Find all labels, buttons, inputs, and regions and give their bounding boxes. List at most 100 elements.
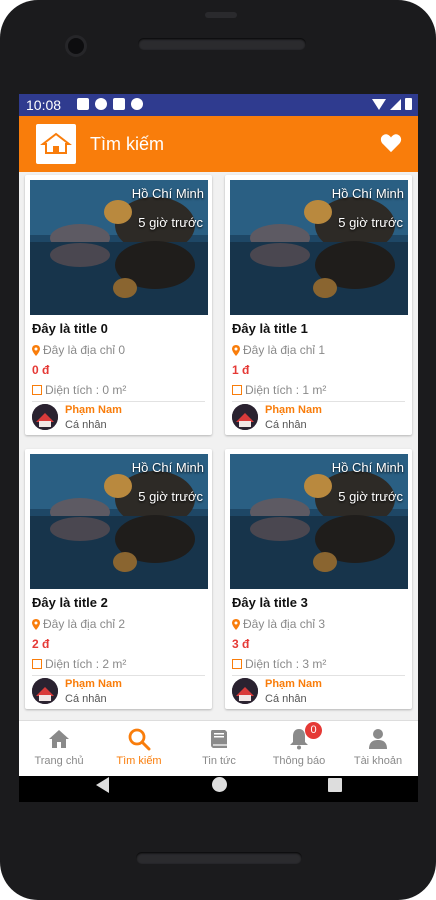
book-icon <box>211 730 227 748</box>
bottom-speaker <box>136 852 302 864</box>
listing-price: 3 đ <box>232 637 250 651</box>
listing-area-text: Diện tích : 1 m² <box>245 383 327 397</box>
listing-city: Hồ Chí Minh <box>131 460 204 475</box>
listing-area-text: Diện tích : 2 m² <box>45 657 127 671</box>
status-bar: 10:08 <box>19 94 418 116</box>
signal-icon <box>390 98 401 110</box>
listing-address-text: Đây là địa chỉ 2 <box>43 617 126 631</box>
listing-image[interactable]: Hồ Chí Minh 5 giờ trước <box>230 180 408 315</box>
earpiece-speaker <box>138 38 306 50</box>
home-icon <box>49 730 69 748</box>
card-divider <box>32 401 205 402</box>
app-screen: 10:08 Tìm kiếm Hồ Chí Minh 5 giờ trước Đ… <box>19 94 418 802</box>
app-bar: Tìm kiếm <box>19 116 418 172</box>
listing-address: Đây là địa chỉ 2 <box>32 617 125 631</box>
area-icon <box>232 385 242 395</box>
search-icon <box>128 728 151 751</box>
owner-role: Cá nhân <box>65 419 107 431</box>
owner-name[interactable]: Phạm Nam <box>65 404 122 416</box>
listing-card[interactable]: Hồ Chí Minh 5 giờ trước Đây là title 1 Đ… <box>225 175 412 435</box>
person-icon <box>369 729 387 749</box>
top-sensor <box>205 12 237 18</box>
nav-search[interactable]: Tìm kiếm <box>99 721 179 777</box>
front-camera <box>68 38 84 54</box>
avatar[interactable] <box>32 404 58 430</box>
owner-role: Cá nhân <box>265 693 307 705</box>
listing-title: Đây là title 2 <box>32 595 108 610</box>
listing-price: 2 đ <box>32 637 50 651</box>
house-logo-icon[interactable] <box>36 124 76 164</box>
listing-address: Đây là địa chỉ 3 <box>232 617 325 631</box>
listing-time: 5 giờ trước <box>338 215 403 230</box>
listing-area-text: Diện tích : 3 m² <box>245 657 327 671</box>
listing-image[interactable]: Hồ Chí Minh 5 giờ trước <box>230 454 408 589</box>
system-status-icons <box>372 98 412 110</box>
owner-role: Cá nhân <box>265 419 307 431</box>
listing-title: Đây là title 1 <box>232 321 308 336</box>
avatar[interactable] <box>232 404 258 430</box>
card-divider <box>232 675 405 676</box>
home-button-icon[interactable] <box>212 777 227 792</box>
listing-address-text: Đây là địa chỉ 1 <box>243 343 326 357</box>
notification-badge: 0 <box>305 722 322 739</box>
settings-status-icon <box>77 98 89 110</box>
area-icon <box>32 385 42 395</box>
listing-area: Diện tích : 0 m² <box>32 383 126 397</box>
nav-search-label: Tìm kiếm <box>116 755 162 767</box>
card-divider <box>232 401 405 402</box>
location-pin-icon <box>32 618 40 630</box>
back-icon[interactable] <box>96 777 109 793</box>
listing-card[interactable]: Hồ Chí Minh 5 giờ trước Đây là title 3 Đ… <box>225 449 412 709</box>
nav-account-label: Tài khoản <box>353 755 403 767</box>
listing-address: Đây là địa chỉ 0 <box>32 343 125 357</box>
sim-status-icon <box>113 98 125 110</box>
location-pin-icon <box>232 618 240 630</box>
recent-apps-icon[interactable] <box>328 778 342 792</box>
listing-time: 5 giờ trước <box>338 489 403 504</box>
listing-address: Đây là địa chỉ 1 <box>232 343 325 357</box>
listing-price: 0 đ <box>32 363 50 377</box>
listing-city: Hồ Chí Minh <box>331 186 404 201</box>
owner-name[interactable]: Phạm Nam <box>65 678 122 690</box>
phone-frame: 10:08 Tìm kiếm Hồ Chí Minh 5 giờ trước Đ… <box>0 0 436 900</box>
listing-image[interactable]: Hồ Chí Minh 5 giờ trước <box>30 180 208 315</box>
avatar[interactable] <box>232 678 258 704</box>
listing-card[interactable]: Hồ Chí Minh 5 giờ trước Đây là title 2 Đ… <box>25 449 212 709</box>
status-time: 10:08 <box>26 97 62 113</box>
location-pin-icon <box>232 344 240 356</box>
listing-area: Diện tích : 2 m² <box>32 657 126 671</box>
nav-news[interactable]: Tin tức <box>179 721 259 777</box>
avatar[interactable] <box>32 678 58 704</box>
listing-time: 5 giờ trước <box>138 215 203 230</box>
listing-area: Diện tích : 3 m² <box>232 657 326 671</box>
listing-area-text: Diện tích : 0 m² <box>45 383 127 397</box>
area-icon <box>232 659 242 669</box>
notification-icons <box>77 98 143 110</box>
owner-name[interactable]: Phạm Nam <box>265 678 322 690</box>
nav-notifications[interactable]: 0 Thông báo <box>259 721 339 777</box>
listing-title: Đây là title 3 <box>232 595 308 610</box>
page-title: Tìm kiếm <box>90 134 164 154</box>
listing-address-text: Đây là địa chỉ 3 <box>243 617 326 631</box>
nav-home[interactable]: Trang chủ <box>19 721 99 777</box>
listing-city: Hồ Chí Minh <box>331 460 404 475</box>
owner-name[interactable]: Phạm Nam <box>265 404 322 416</box>
nav-news-label: Tin tức <box>202 755 236 767</box>
listing-grid: Hồ Chí Minh 5 giờ trước Đây là title 0 Đ… <box>19 172 418 720</box>
listing-card[interactable]: Hồ Chí Minh 5 giờ trước Đây là title 0 Đ… <box>25 175 212 435</box>
wifi-icon <box>372 98 386 110</box>
heart-icon[interactable] <box>380 133 402 153</box>
sync-status-icon <box>131 98 143 110</box>
listing-city: Hồ Chí Minh <box>131 186 204 201</box>
listing-address-text: Đây là địa chỉ 0 <box>43 343 126 357</box>
nav-account[interactable]: Tài khoản <box>338 721 418 777</box>
listing-image[interactable]: Hồ Chí Minh 5 giờ trước <box>30 454 208 589</box>
card-divider <box>32 675 205 676</box>
nav-home-label: Trang chủ <box>34 755 84 767</box>
listing-title: Đây là title 0 <box>32 321 108 336</box>
battery-icon <box>405 98 412 110</box>
area-icon <box>32 659 42 669</box>
nav-notifications-label: Thông báo <box>272 755 326 767</box>
shield-status-icon <box>95 98 107 110</box>
location-pin-icon <box>32 344 40 356</box>
